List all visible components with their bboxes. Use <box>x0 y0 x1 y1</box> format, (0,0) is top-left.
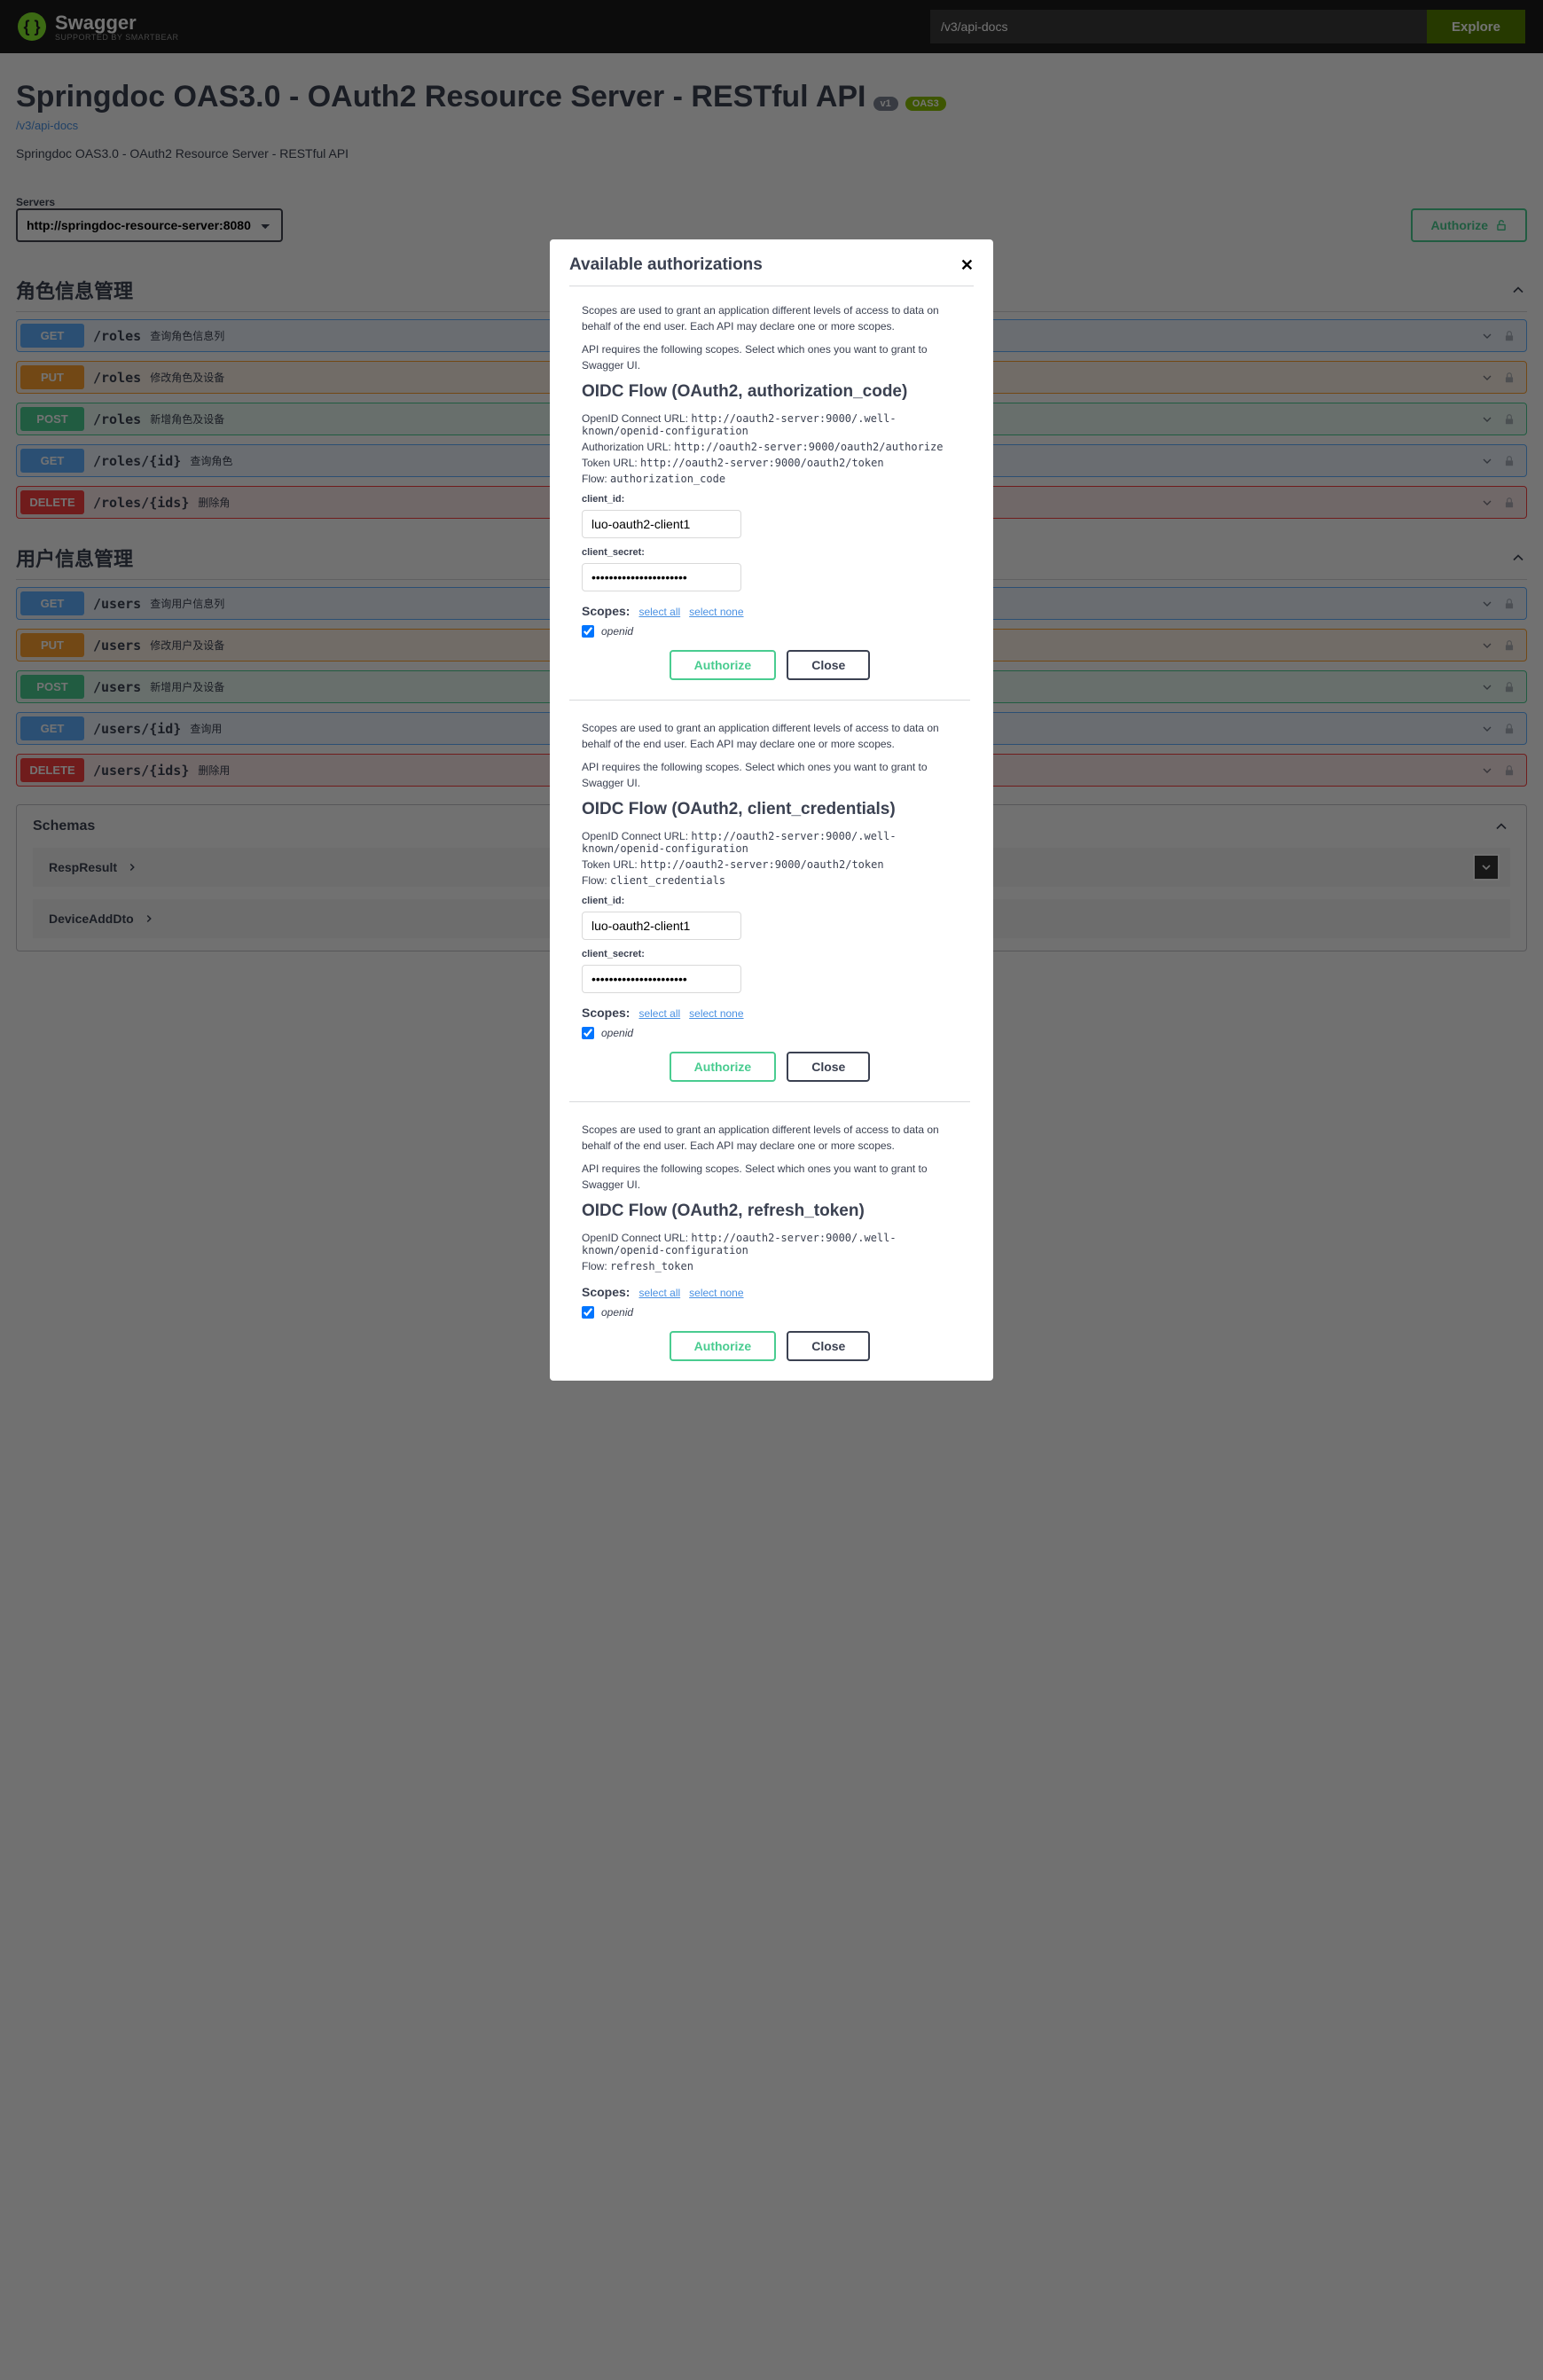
select-none-link[interactable]: select none <box>689 1287 743 1299</box>
scope-desc: API requires the following scopes. Selec… <box>582 1161 958 1193</box>
flow-info-line: OpenID Connect URL: http://oauth2-server… <box>582 830 958 855</box>
scope-checkbox[interactable] <box>582 625 594 638</box>
flow-info-line: OpenID Connect URL: http://oauth2-server… <box>582 412 958 437</box>
client-secret-label: client_secret: <box>582 547 958 558</box>
flow-info-line: Flow: refresh_token <box>582 1260 958 1272</box>
flow-info-line: OpenID Connect URL: http://oauth2-server… <box>582 1232 958 1257</box>
scope-desc: API requires the following scopes. Selec… <box>582 341 958 373</box>
scope-name: openid <box>601 625 633 638</box>
scopes-label: Scopes: <box>582 1006 630 1020</box>
authorize-flow-button[interactable]: Authorize <box>670 650 777 680</box>
scope-desc: Scopes are used to grant an application … <box>582 302 958 334</box>
flow-info-value: http://oauth2-server:9000/oauth2/token <box>640 858 884 871</box>
scopes-label: Scopes: <box>582 1285 630 1299</box>
modal-overlay[interactable]: Available authorizations ✕ Scopes are us… <box>0 0 1543 2380</box>
client-secret-input[interactable] <box>582 563 741 591</box>
client-id-input[interactable] <box>582 912 741 940</box>
authorize-flow-button[interactable]: Authorize <box>670 1052 777 1082</box>
scope-desc: Scopes are used to grant an application … <box>582 720 958 752</box>
flow-info-line: Flow: client_credentials <box>582 874 958 887</box>
scope-desc: Scopes are used to grant an application … <box>582 1122 958 1154</box>
flow-info-line: Authorization URL: http://oauth2-server:… <box>582 441 958 453</box>
auth-block: Scopes are used to grant an application … <box>569 720 970 1102</box>
select-all-link[interactable]: select all <box>638 1007 680 1020</box>
scope-name: openid <box>601 1306 633 1319</box>
modal-title: Available authorizations <box>569 255 763 275</box>
scope-desc: API requires the following scopes. Selec… <box>582 759 958 791</box>
scopes-label: Scopes: <box>582 604 630 618</box>
flow-info-value: refresh_token <box>610 1260 693 1272</box>
client-secret-input[interactable] <box>582 965 741 993</box>
close-flow-button[interactable]: Close <box>787 1331 870 1361</box>
authorize-modal: Available authorizations ✕ Scopes are us… <box>550 239 993 1381</box>
scope-name: openid <box>601 1027 633 1039</box>
flow-info-line: Flow: authorization_code <box>582 473 958 485</box>
flow-info-value: client_credentials <box>610 874 725 887</box>
close-flow-button[interactable]: Close <box>787 650 870 680</box>
client-id-input[interactable] <box>582 510 741 538</box>
close-modal-button[interactable]: ✕ <box>960 256 974 275</box>
client-id-label: client_id: <box>582 896 958 906</box>
select-all-link[interactable]: select all <box>638 606 680 618</box>
flow-info-value: http://oauth2-server:9000/.well-known/op… <box>582 412 897 437</box>
auth-block: Scopes are used to grant an application … <box>569 302 970 701</box>
flow-title: OIDC Flow (OAuth2, client_credentials) <box>582 800 958 819</box>
flow-info-line: Token URL: http://oauth2-server:9000/oau… <box>582 858 958 871</box>
flow-info-value: authorization_code <box>610 473 725 485</box>
select-none-link[interactable]: select none <box>689 606 743 618</box>
select-none-link[interactable]: select none <box>689 1007 743 1020</box>
close-flow-button[interactable]: Close <box>787 1052 870 1082</box>
auth-block: Scopes are used to grant an application … <box>569 1122 970 1381</box>
flow-info-value: http://oauth2-server:9000/.well-known/op… <box>582 1232 897 1257</box>
authorize-flow-button[interactable]: Authorize <box>670 1331 777 1361</box>
flow-title: OIDC Flow (OAuth2, refresh_token) <box>582 1202 958 1221</box>
flow-info-line: Token URL: http://oauth2-server:9000/oau… <box>582 457 958 469</box>
select-all-link[interactable]: select all <box>638 1287 680 1299</box>
flow-info-value: http://oauth2-server:9000/oauth2/token <box>640 457 884 469</box>
flow-info-value: http://oauth2-server:9000/oauth2/authori… <box>674 441 943 453</box>
client-secret-label: client_secret: <box>582 949 958 959</box>
flow-title: OIDC Flow (OAuth2, authorization_code) <box>582 382 958 402</box>
scope-checkbox[interactable] <box>582 1306 594 1319</box>
flow-info-value: http://oauth2-server:9000/.well-known/op… <box>582 830 897 855</box>
client-id-label: client_id: <box>582 494 958 505</box>
scope-checkbox[interactable] <box>582 1027 594 1039</box>
